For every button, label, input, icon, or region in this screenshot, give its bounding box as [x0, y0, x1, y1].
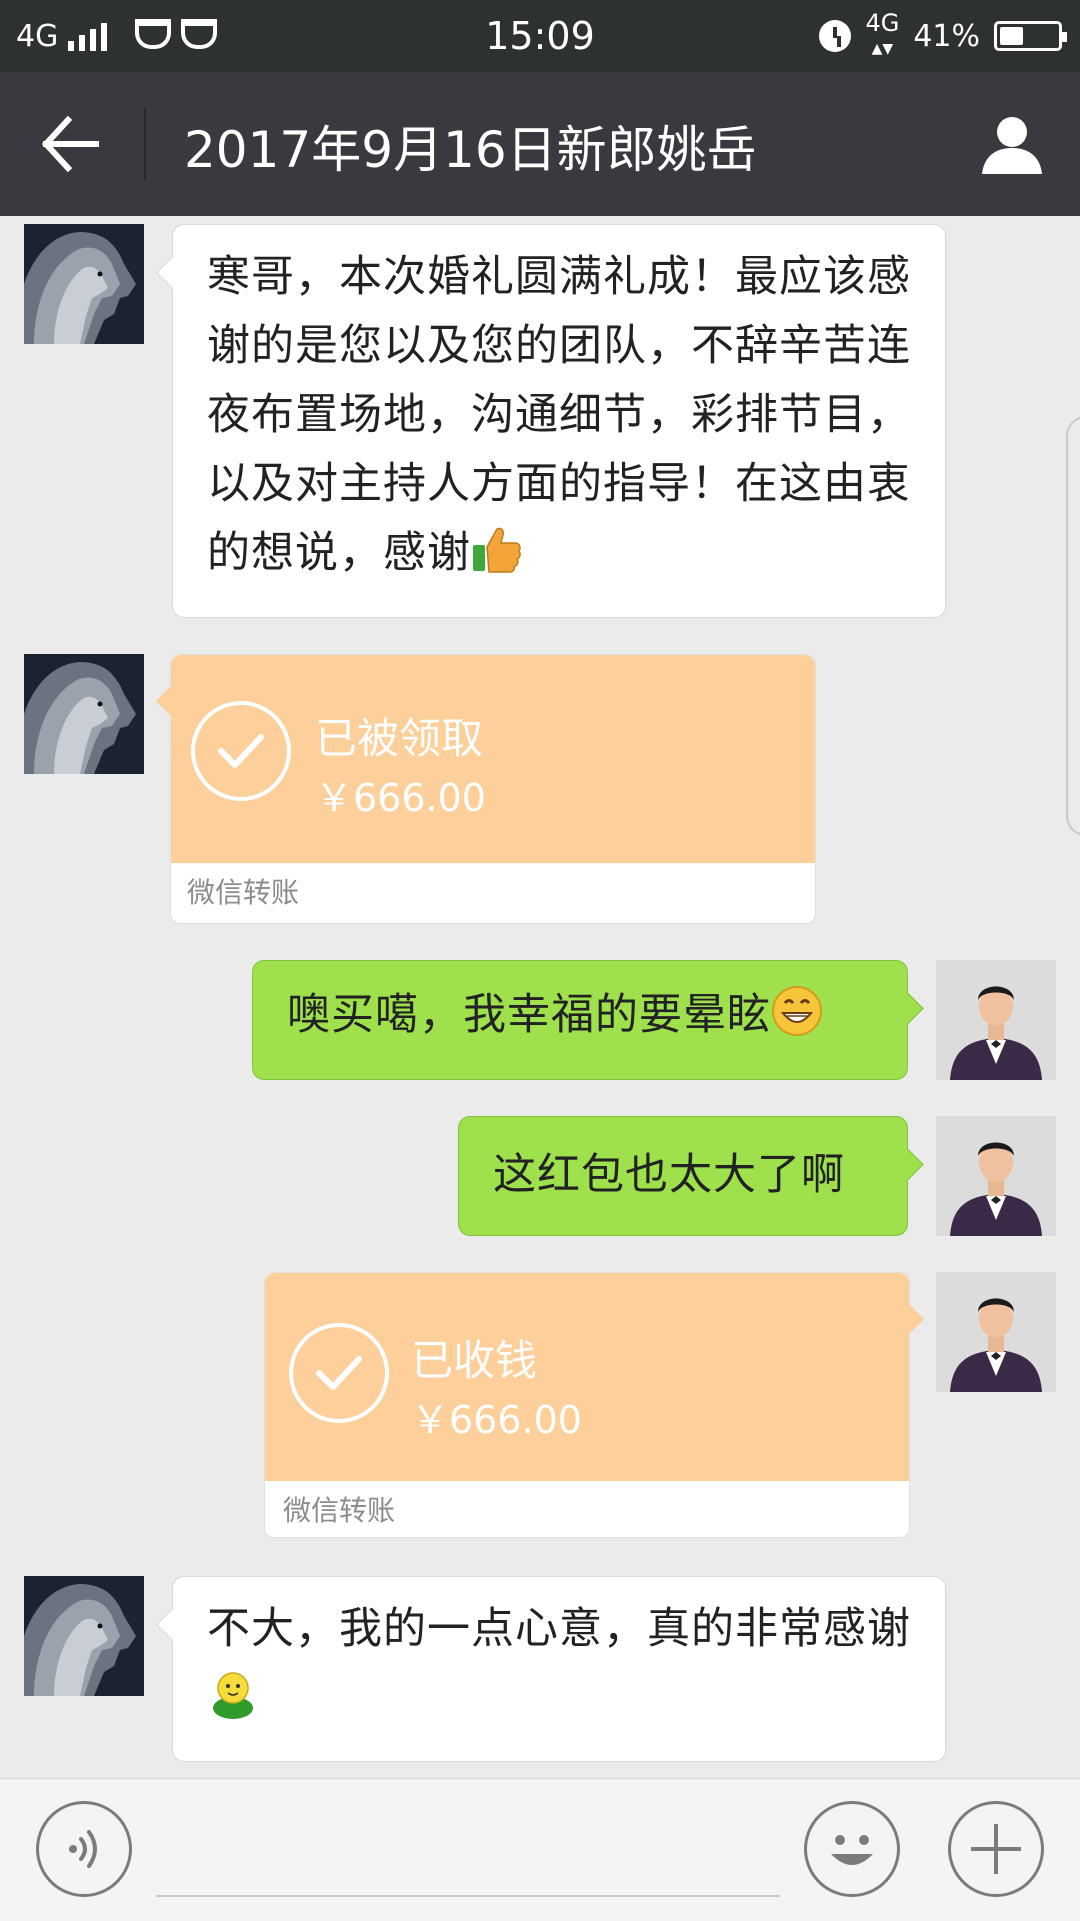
message-text: 不大，我的一点心意，真的非常感谢 — [173, 1577, 945, 1751]
more-button[interactable] — [948, 1801, 1044, 1897]
message-bubble-incoming[interactable]: 寒哥，本次婚礼圆满礼成！最应该感谢的是您以及您的团队，不辞辛苦连夜布置场地，沟通… — [172, 224, 946, 618]
transfer-status: 已被领取 — [315, 714, 484, 763]
check-circle-icon — [289, 1323, 389, 1423]
status-right: 4G ▲▼ 41% — [819, 9, 1067, 58]
emoji-button[interactable] — [804, 1801, 900, 1897]
chat-title: 2017年9月16日新郎姚岳 — [184, 121, 757, 179]
message-input[interactable] — [156, 1895, 780, 1897]
my-avatar[interactable] — [936, 1272, 1056, 1392]
voice-icon — [69, 1830, 97, 1868]
lion-avatar-image — [24, 654, 144, 774]
arrow-left-icon — [41, 115, 99, 173]
doll-emoji-icon — [207, 1668, 259, 1720]
plus-icon — [971, 1824, 1021, 1874]
status-bar: 4G 15:09 4G ▲▼ 41% — [0, 0, 1080, 72]
transfer-label: 微信转账 — [187, 876, 300, 909]
message-text: 噢买噶，我幸福的要晕眩 — [253, 961, 907, 1070]
transfer-amount: ￥666.00 — [411, 1398, 582, 1442]
battery-percent: 41% — [913, 18, 980, 54]
transfer-card-sent[interactable]: 已收钱 ￥666.00 微信转账 — [264, 1272, 925, 1538]
lion-avatar-image — [24, 224, 144, 344]
transfer-amount: ￥666.00 — [315, 776, 486, 820]
contact-avatar[interactable] — [24, 224, 144, 344]
person-icon — [982, 117, 1042, 174]
alarm-icon — [819, 20, 852, 52]
contact-avatar[interactable] — [24, 1576, 144, 1696]
chat-info-button[interactable] — [980, 112, 1044, 176]
check-circle-icon — [191, 701, 291, 801]
thumbs-up-emoji-icon — [471, 523, 523, 575]
transfer-label: 微信转账 — [283, 1494, 396, 1527]
transfer-card-received[interactable]: 已被领取 ￥666.00 微信转账 — [170, 654, 816, 924]
message-bubble-incoming[interactable]: 不大，我的一点心意，真的非常感谢 — [172, 1576, 946, 1762]
person-avatar-image — [936, 1116, 1056, 1236]
network-4g-label: 4G ▲▼ — [865, 9, 900, 57]
chat-header: 2017年9月16日新郎姚岳 — [0, 72, 1080, 216]
back-button[interactable] — [40, 114, 110, 174]
lion-avatar-image — [24, 1576, 144, 1696]
message-text: 这红包也太大了啊 — [493, 1150, 845, 1200]
message-bubble-outgoing[interactable]: 这红包也太大了啊 — [458, 1116, 908, 1236]
person-avatar-image — [936, 960, 1056, 1080]
person-avatar-image — [936, 1272, 1056, 1392]
my-avatar[interactable] — [936, 960, 1056, 1080]
input-bar — [0, 1778, 1080, 1921]
voice-button[interactable] — [36, 1801, 132, 1897]
my-avatar[interactable] — [936, 1116, 1056, 1236]
contact-avatar[interactable] — [24, 654, 144, 774]
transfer-status: 已收钱 — [411, 1336, 538, 1385]
grin-emoji-icon — [771, 985, 823, 1037]
battery-icon — [994, 21, 1067, 51]
message-bubble-outgoing[interactable]: 噢买噶，我幸福的要晕眩 — [252, 960, 908, 1080]
smiley-icon — [831, 1835, 873, 1865]
message-text: 寒哥，本次婚礼圆满礼成！最应该感谢的是您以及您的团队，不辞辛苦连夜布置场地，沟通… — [207, 252, 911, 578]
side-handle[interactable] — [1066, 416, 1080, 836]
header-divider — [144, 108, 146, 180]
